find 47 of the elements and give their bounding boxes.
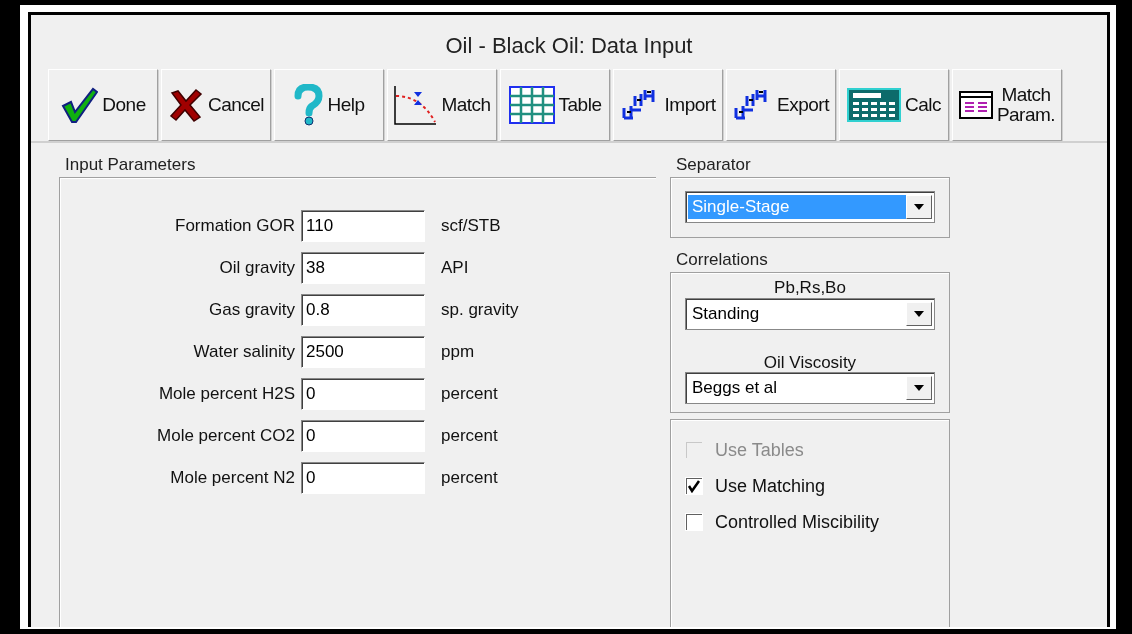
unit-label: percent xyxy=(440,384,498,404)
checkmark-icon xyxy=(60,86,99,124)
unit-label: percent xyxy=(440,426,498,446)
toolbar-button[interactable]: Table xyxy=(500,69,610,141)
field-label: Mole percent H2S xyxy=(157,384,296,404)
field-label: Gas gravity xyxy=(208,300,296,320)
checkbox-label[interactable]: Use Matching xyxy=(715,475,826,497)
group-title: Input Parameters xyxy=(64,155,197,176)
toolbar-button[interactable]: Done xyxy=(48,69,158,141)
unit-label: API xyxy=(440,258,469,278)
curve-chart-icon xyxy=(393,84,438,126)
dropdown[interactable]: Standing xyxy=(685,297,935,330)
toolbar-button[interactable]: Calc xyxy=(839,69,949,141)
table-grid-icon xyxy=(508,86,555,124)
toolbar-button[interactable]: Export xyxy=(726,69,836,141)
dropdown-label: Pb,Rs,Bo xyxy=(774,278,846,297)
field-label: Water salinity xyxy=(192,342,296,362)
dropdown[interactable]: Beggs et al xyxy=(685,372,935,405)
group-title: Separator xyxy=(675,155,752,176)
checkbox-label[interactable]: Controlled Miscibility xyxy=(715,511,880,533)
toolbar-button[interactable]: Cancel xyxy=(161,69,271,141)
field-label: Mole percent CO2 xyxy=(156,426,296,446)
group-title: Correlations xyxy=(675,250,769,271)
form-icon xyxy=(958,91,993,119)
cross-icon xyxy=(167,87,204,123)
calculator-icon xyxy=(847,88,901,122)
unit-label: sp. gravity xyxy=(440,300,519,320)
unit-label: percent xyxy=(440,468,498,488)
input-field[interactable]: 2500 xyxy=(301,336,425,368)
field-label: Formation GOR xyxy=(174,216,296,236)
input-field[interactable]: 0 xyxy=(301,378,425,410)
window-title: Oil - Black Oil: Data Input xyxy=(444,32,694,60)
field-label: Mole percent N2 xyxy=(169,468,296,488)
toolbar-button[interactable]: Match Param. xyxy=(952,69,1062,141)
input-field[interactable]: 110 xyxy=(301,210,425,242)
input-field[interactable]: 0 xyxy=(301,420,425,452)
toolbar-button[interactable]: Help xyxy=(274,69,384,141)
unit-label: ppm xyxy=(440,342,475,362)
unit-label: scf/STB xyxy=(440,216,501,236)
toolbar-button[interactable]: Match xyxy=(387,69,497,141)
toolbar-button[interactable]: Import xyxy=(613,69,723,141)
input-field[interactable]: 0.8 xyxy=(301,294,425,326)
input-field[interactable]: 0 xyxy=(301,462,425,494)
dropdown-label: Oil Viscosity xyxy=(763,352,857,372)
field-label: Oil gravity xyxy=(218,258,296,278)
input-field[interactable]: 38 xyxy=(301,252,425,284)
question-mark-icon xyxy=(293,84,324,126)
